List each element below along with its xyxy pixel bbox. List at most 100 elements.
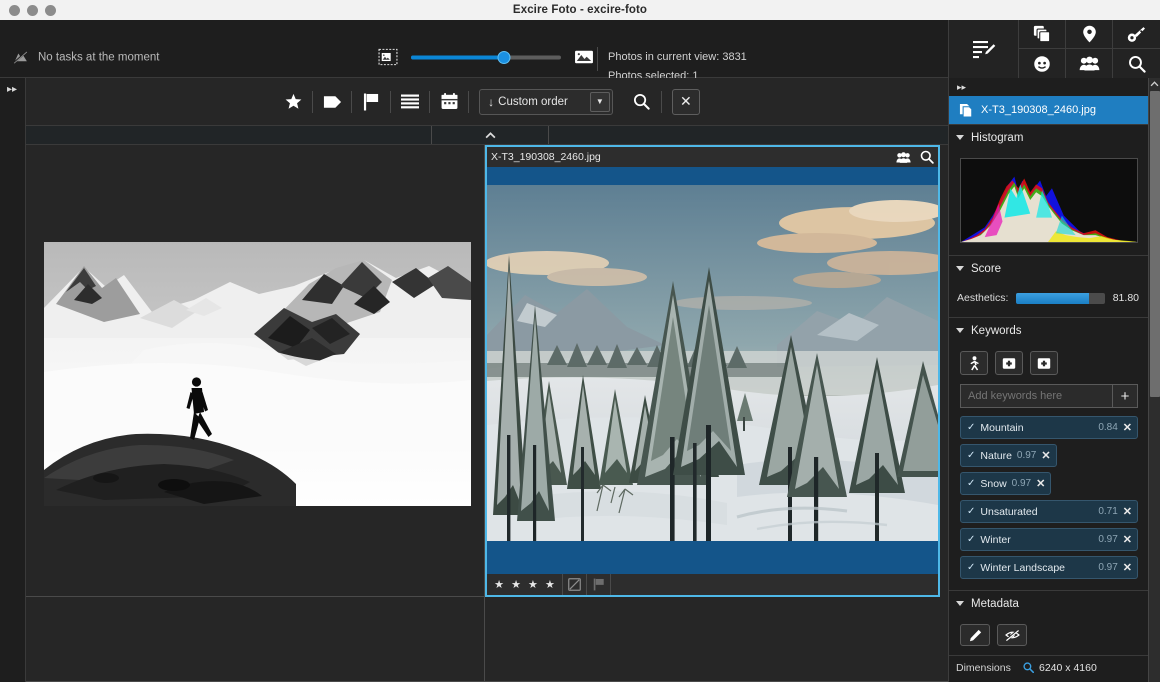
star-rating-filter-button[interactable] [274, 87, 312, 117]
sort-order-label: Custom order [498, 95, 568, 108]
collapse-right-panel-icon[interactable]: ▸▸ [957, 82, 966, 93]
flag-icon[interactable] [587, 574, 611, 595]
section-header-score[interactable]: Score [949, 255, 1148, 281]
photo-thumbnail-winter-forest[interactable] [487, 185, 938, 541]
right-panel-topbar[interactable]: ▸▸ [949, 78, 1148, 96]
remove-keyword-icon[interactable]: ✕ [1123, 421, 1132, 434]
photo-cell-winter-forest[interactable]: X-T3_190308_2460.jpg ★ ★ ★ ★ [485, 145, 940, 597]
person-keyword-icon[interactable] [960, 351, 988, 375]
selected-file-row[interactable]: X-T3_190308_2460.jpg [949, 96, 1148, 124]
arrow-down-icon[interactable]: ↓ [488, 95, 494, 109]
keyword-label: Snow [980, 477, 1007, 490]
face-icon[interactable] [1019, 49, 1066, 78]
keyword-chip[interactable]: ✓ Snow 0.97 ✕ [960, 472, 1052, 495]
aesthetics-progress-bar [1016, 292, 1105, 304]
remove-keyword-box-icon[interactable] [1030, 351, 1058, 375]
toolbar-divider [468, 90, 470, 113]
chevron-down-icon[interactable]: ▼ [589, 91, 610, 112]
list-filter-button[interactable] [391, 87, 429, 117]
location-pin-icon[interactable] [1066, 20, 1113, 49]
section-header-metadata[interactable]: Metadata [949, 590, 1148, 616]
no-color-label-icon[interactable] [563, 574, 587, 595]
edit-pencil-icon[interactable] [960, 624, 990, 646]
duplicates-icon[interactable] [1019, 20, 1066, 49]
right-panel-scrollbar[interactable] [1148, 78, 1160, 682]
section-title-histogram: Histogram [971, 131, 1024, 144]
keyword-chip[interactable]: ✓ Unsaturated 0.71 ✕ [960, 500, 1138, 523]
section-title-metadata: Metadata [971, 597, 1019, 610]
keyword-chip[interactable]: ✓ Nature 0.97 ✕ [960, 444, 1057, 467]
add-keyword-button[interactable]: + [1112, 384, 1138, 408]
thumbnail-size-control[interactable] [378, 48, 594, 66]
key-icon[interactable] [1113, 20, 1160, 49]
hide-eye-icon[interactable] [997, 624, 1027, 646]
check-icon[interactable]: ✓ [967, 506, 975, 517]
large-thumbnail-icon[interactable] [574, 49, 594, 66]
metadata-key: Dimensions [956, 661, 1011, 674]
star-icon[interactable]: ★ [545, 578, 555, 591]
check-icon[interactable]: ✓ [967, 534, 975, 545]
star-icon[interactable]: ★ [511, 578, 521, 591]
chevron-down-icon[interactable] [956, 601, 964, 606]
remove-keyword-icon[interactable]: ✕ [1123, 561, 1132, 574]
selected-file-name: X-T3_190308_2460.jpg [981, 104, 1096, 116]
keyword-input[interactable] [960, 384, 1112, 408]
small-thumbnail-icon[interactable] [378, 48, 398, 66]
star-icon[interactable]: ★ [528, 578, 538, 591]
remove-keyword-icon[interactable]: ✕ [1123, 505, 1132, 518]
date-filter-button[interactable] [430, 87, 468, 117]
people-icon[interactable] [892, 147, 915, 167]
keyword-chip[interactable]: ✓ Winter Landscape 0.97 ✕ [960, 556, 1138, 579]
sort-order-dropdown[interactable]: ↓ Custom order ▼ [479, 88, 613, 115]
top-right-icon-grid[interactable] [1019, 20, 1160, 78]
expand-left-panel-icon[interactable]: ▸▸ [7, 84, 17, 95]
star-rating[interactable]: ★ ★ ★ ★ [487, 574, 563, 595]
keyword-chip[interactable]: ✓ Mountain 0.84 ✕ [960, 416, 1138, 439]
photo-cell-empty-right[interactable] [485, 597, 948, 682]
keyword-input-row[interactable]: + [960, 384, 1138, 408]
search-filter-button[interactable] [623, 87, 661, 117]
chevron-down-icon[interactable] [956, 328, 964, 333]
people-icon[interactable] [1066, 49, 1113, 78]
photo-cell-empty-left[interactable] [26, 597, 485, 682]
metadata-value-wrapper: 6240 x 4160 [1023, 662, 1097, 674]
section-header-histogram[interactable]: Histogram [949, 124, 1148, 150]
keyword-chip[interactable]: ✓ Winter 0.97 ✕ [960, 528, 1138, 551]
top-right-toolbar [948, 20, 1160, 78]
keyword-score: 0.71 [1098, 506, 1118, 517]
search-icon[interactable] [1113, 49, 1160, 78]
remove-keyword-icon[interactable]: ✕ [1123, 533, 1132, 546]
keyword-tool-buttons [949, 343, 1148, 384]
remove-keyword-icon[interactable]: ✕ [1041, 449, 1050, 462]
check-icon[interactable]: ✓ [967, 478, 975, 489]
section-header-keywords[interactable]: Keywords [949, 317, 1148, 343]
edit-list-icon[interactable] [948, 20, 1019, 78]
color-label-filter-button[interactable] [313, 87, 351, 117]
photos-in-view-label: Photos in current view: 3831 [608, 51, 747, 63]
photo-thumbnail-mountain[interactable] [44, 242, 471, 506]
photo-cell-header: X-T3_190308_2460.jpg [487, 147, 938, 167]
close-filter-button[interactable]: ✕ [671, 88, 700, 115]
keyword-chip-list: ✓ Mountain 0.84 ✕ ✓ Nature 0.97 ✕ ✓ Snow… [949, 408, 1148, 579]
slider-thumb[interactable] [497, 50, 511, 64]
scroll-up-icon[interactable] [1149, 78, 1160, 90]
chevron-down-icon[interactable] [956, 266, 964, 271]
star-icon[interactable]: ★ [494, 578, 504, 591]
collapse-strip-left [26, 126, 432, 144]
left-panel-rail[interactable]: ▸▸ [0, 78, 26, 682]
collapse-chevron-button[interactable] [432, 126, 549, 144]
chevron-down-icon[interactable] [956, 135, 964, 140]
flag-filter-button[interactable] [352, 87, 390, 117]
photo-cell-mountain[interactable] [26, 145, 485, 597]
thumbnail-size-slider[interactable] [411, 50, 561, 64]
check-icon[interactable]: ✓ [967, 562, 975, 573]
window-title: Excire Foto - excire-foto [512, 4, 648, 16]
search-icon[interactable] [1023, 662, 1034, 673]
zoom-icon[interactable] [915, 147, 938, 167]
scrollbar-thumb[interactable] [1150, 91, 1160, 397]
remove-keyword-icon[interactable]: ✕ [1036, 477, 1045, 490]
check-icon[interactable]: ✓ [967, 450, 975, 461]
check-icon[interactable]: ✓ [967, 422, 975, 433]
metadata-row-dimensions: Dimensions 6240 x 4160 [949, 655, 1148, 679]
add-keyword-box-icon[interactable] [995, 351, 1023, 375]
